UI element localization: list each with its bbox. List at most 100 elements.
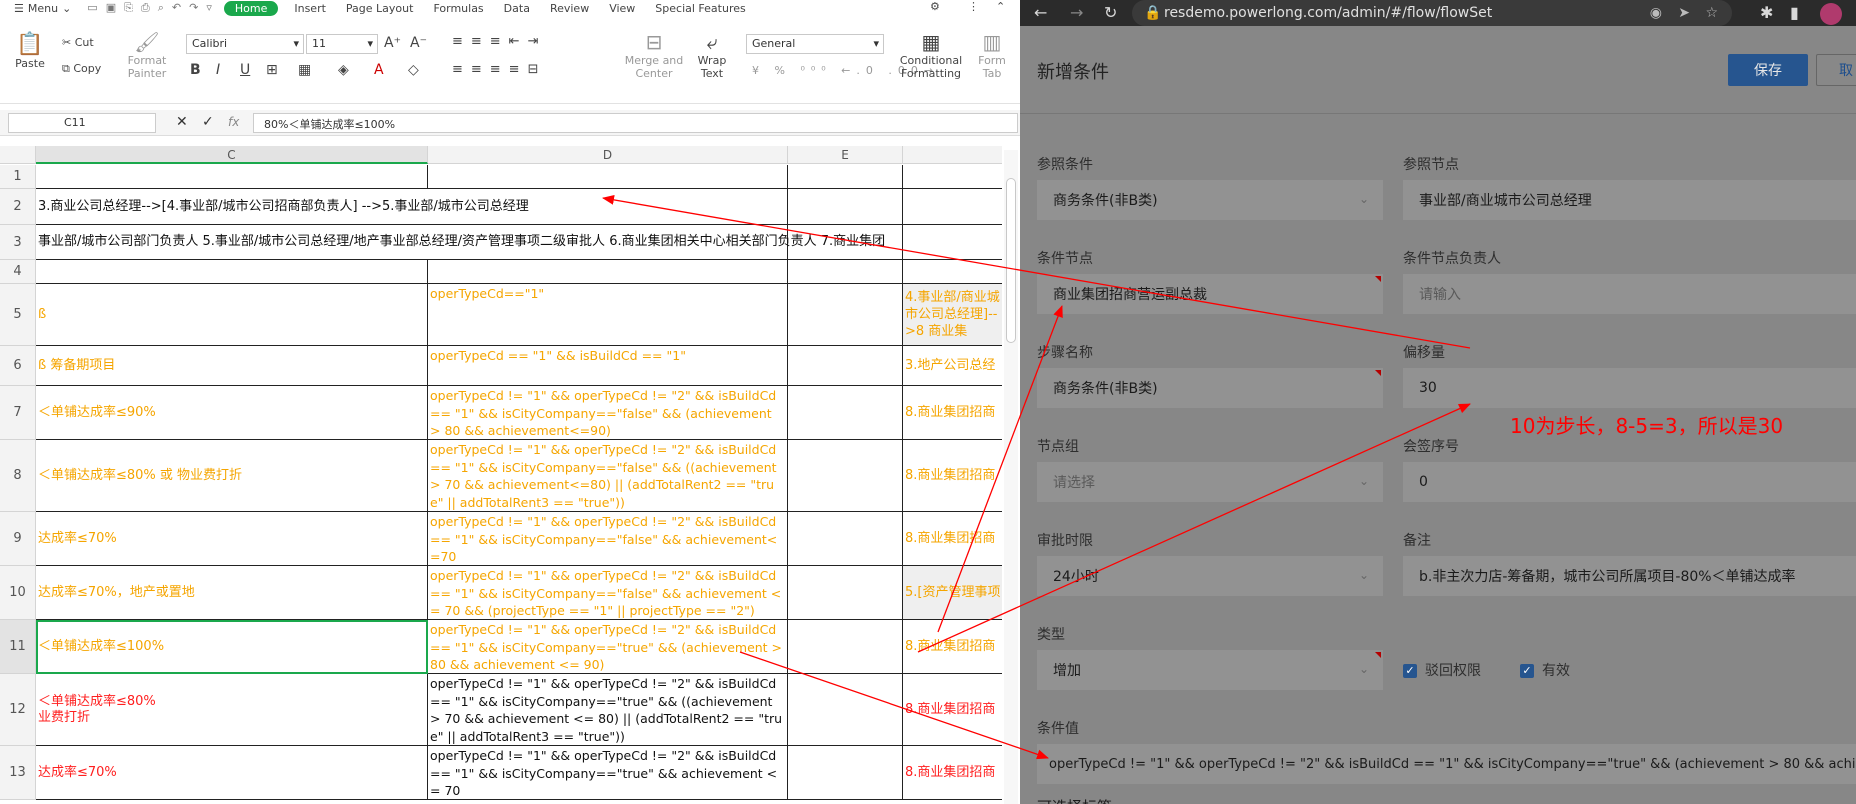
wrap-text-button[interactable]: ⤶ Wrap Text bbox=[694, 30, 730, 80]
cell-d12[interactable]: operTypeCd != "1" && operTypeCd != "2" &… bbox=[428, 674, 788, 746]
back-icon[interactable]: ← bbox=[1034, 3, 1047, 22]
row-header[interactable]: 10 bbox=[0, 566, 36, 620]
italic-icon[interactable]: I bbox=[216, 62, 220, 78]
print-icon[interactable]: ⎙ bbox=[141, 1, 150, 15]
cell-f7[interactable]: 8.商业集团招商 bbox=[903, 386, 1002, 440]
type-select[interactable]: 增加 ⌄ bbox=[1037, 650, 1383, 690]
row-header[interactable]: 2 bbox=[0, 189, 36, 225]
extensions-icon[interactable]: ✱ bbox=[1760, 3, 1773, 22]
cell-c8[interactable]: ＜单铺达成率≤80% 或 物业费打折 bbox=[36, 440, 428, 512]
undo-icon[interactable]: ↶ bbox=[172, 1, 181, 15]
column-header-e[interactable]: E bbox=[788, 146, 903, 164]
preview-icon[interactable]: ⌕ bbox=[158, 1, 164, 15]
clear-icon[interactable]: ◇ bbox=[408, 62, 419, 78]
cell-style-icon[interactable]: ▦ bbox=[298, 62, 311, 78]
offset-input[interactable]: 30 bbox=[1403, 368, 1856, 408]
format-painter-button[interactable]: 🖌 Format Painter bbox=[124, 30, 170, 80]
cell-c13[interactable]: 达成率≤70% bbox=[36, 746, 428, 800]
name-box[interactable]: C11 bbox=[8, 113, 156, 133]
menu-button[interactable]: ☰ Menu ⌄ bbox=[0, 2, 81, 15]
cell-d5[interactable]: operTypeCd=="1" bbox=[428, 284, 788, 346]
cell-e8[interactable] bbox=[788, 440, 903, 512]
avatar[interactable] bbox=[1820, 3, 1842, 25]
fx-icon[interactable]: fx bbox=[228, 115, 239, 129]
cell-c3[interactable]: 事业部/城市公司部门负责人 5.事业部/城市公司总经理/地产事业部总经理/资产管… bbox=[36, 225, 885, 260]
cell-e13[interactable] bbox=[788, 746, 903, 800]
column-header-c[interactable]: C bbox=[36, 146, 428, 164]
cell-f9[interactable]: 8.商业集团招商 bbox=[903, 512, 1002, 566]
reload-icon[interactable]: ↻ bbox=[1104, 3, 1117, 22]
cell-f4[interactable] bbox=[903, 260, 1002, 284]
cell-e12[interactable] bbox=[788, 674, 903, 746]
formula-input[interactable]: 80%＜单铺达成率≤100% bbox=[253, 113, 1018, 133]
font-size-select[interactable]: 11 ▾ bbox=[306, 34, 378, 54]
cell-e9[interactable] bbox=[788, 512, 903, 566]
redo-icon[interactable]: ↷ bbox=[189, 1, 198, 15]
cell-c10[interactable]: 达成率≤70%，地产或置地 bbox=[36, 566, 428, 620]
cut-button[interactable]: ✂ Cut bbox=[62, 36, 94, 49]
forward-icon[interactable]: → bbox=[1070, 3, 1083, 22]
cell-c12[interactable]: ＜单铺达成率≤80% 业费打折 bbox=[36, 674, 428, 746]
cell-c11[interactable]: ＜单铺达成率≤100% bbox=[36, 620, 428, 674]
eye-off-icon[interactable]: ◉ bbox=[1650, 5, 1662, 21]
cell-e6[interactable] bbox=[788, 346, 903, 386]
conditional-formatting-button[interactable]: ▦ Conditional Formatting bbox=[898, 30, 964, 80]
cell-f5[interactable]: 4.事业部/商业城市公司总经理]-->8 商业集 bbox=[903, 284, 1002, 346]
time-limit-select[interactable]: 24小时 ⌄ bbox=[1037, 556, 1383, 596]
cell-c5[interactable]: ß bbox=[36, 284, 428, 346]
cell-f2[interactable] bbox=[903, 189, 1002, 225]
more-icon[interactable]: ⋮ bbox=[968, 0, 979, 13]
cell-f11[interactable]: 8.商业集团招商 bbox=[903, 620, 1002, 674]
row-header[interactable]: 12 bbox=[0, 674, 36, 746]
send-icon[interactable]: ➤ bbox=[1678, 5, 1690, 21]
cancel-button[interactable]: 取 bbox=[1816, 54, 1856, 86]
align-horizontal-icons[interactable]: ≡≡≡≡⊟ bbox=[452, 62, 546, 77]
row-header[interactable]: 11 bbox=[0, 620, 36, 674]
cell-e4[interactable] bbox=[788, 260, 903, 284]
cancel-icon[interactable]: ✕ bbox=[176, 114, 188, 130]
merge-center-button[interactable]: ⊟ Merge and Center bbox=[624, 30, 684, 80]
cell-d4[interactable] bbox=[428, 260, 788, 284]
export-icon[interactable]: ⎘ bbox=[124, 1, 133, 15]
tab-review[interactable]: Review bbox=[540, 2, 599, 15]
font-shrink-icon[interactable]: A⁻ bbox=[410, 35, 427, 51]
cell-d13[interactable]: operTypeCd != "1" && operTypeCd != "2" &… bbox=[428, 746, 788, 800]
copy-button[interactable]: ⧉ Copy bbox=[62, 62, 101, 76]
cell-f1[interactable] bbox=[903, 165, 1002, 189]
cell-f3[interactable] bbox=[903, 225, 1002, 260]
open-icon[interactable]: ▭ bbox=[87, 1, 97, 15]
row-header[interactable]: 5 bbox=[0, 284, 36, 346]
save-icon[interactable]: ▣ bbox=[106, 1, 116, 15]
fill-color-icon[interactable]: ◈ bbox=[338, 62, 349, 78]
cell-e1[interactable] bbox=[788, 165, 903, 189]
bold-icon[interactable]: B bbox=[190, 62, 201, 78]
confirm-icon[interactable]: ✓ bbox=[202, 114, 214, 130]
cell-f8[interactable]: 8.商业集团招商 bbox=[903, 440, 1002, 512]
save-button[interactable]: 保存 bbox=[1728, 54, 1808, 86]
valid-checkbox[interactable]: ✓ 有效 bbox=[1520, 660, 1570, 680]
column-header-d[interactable]: D bbox=[428, 146, 788, 164]
cell-d1[interactable] bbox=[428, 165, 788, 189]
scroll-thumb[interactable] bbox=[1006, 178, 1016, 343]
tab-data[interactable]: Data bbox=[494, 2, 540, 15]
row-header[interactable]: 3 bbox=[0, 225, 36, 260]
number-format-select[interactable]: General ▾ bbox=[746, 34, 884, 54]
star-icon[interactable]: ☆ bbox=[1705, 5, 1718, 21]
customize-icon[interactable]: ▿ bbox=[206, 1, 212, 15]
cell-e2[interactable] bbox=[788, 189, 903, 225]
paste-button[interactable]: 📋 Paste bbox=[10, 32, 50, 70]
tab-insert[interactable]: Insert bbox=[284, 2, 336, 15]
settings-icon[interactable]: ⚙ bbox=[930, 0, 940, 13]
ref-condition-select[interactable]: 商务条件(非B类) ⌄ bbox=[1037, 180, 1383, 220]
cell-f6[interactable]: 3.地产公司总经 bbox=[903, 346, 1002, 386]
font-grow-icon[interactable]: A⁺ bbox=[384, 35, 401, 51]
cell-d9[interactable]: operTypeCd != "1" && operTypeCd != "2" &… bbox=[428, 512, 788, 566]
underline-icon[interactable]: U bbox=[240, 62, 250, 78]
row-header[interactable]: 13 bbox=[0, 746, 36, 800]
tab-special-features[interactable]: Special Features bbox=[645, 2, 755, 15]
address-bar[interactable]: 🔒 resdemo.powerlong.com/admin/#/flow/flo… bbox=[1132, 0, 1732, 26]
row-header[interactable]: 6 bbox=[0, 346, 36, 386]
format-table-button[interactable]: ▥ Form Tab bbox=[974, 30, 1010, 80]
cell-e7[interactable] bbox=[788, 386, 903, 440]
cell-f10[interactable]: 5.[资产管理事项 bbox=[903, 566, 1002, 620]
